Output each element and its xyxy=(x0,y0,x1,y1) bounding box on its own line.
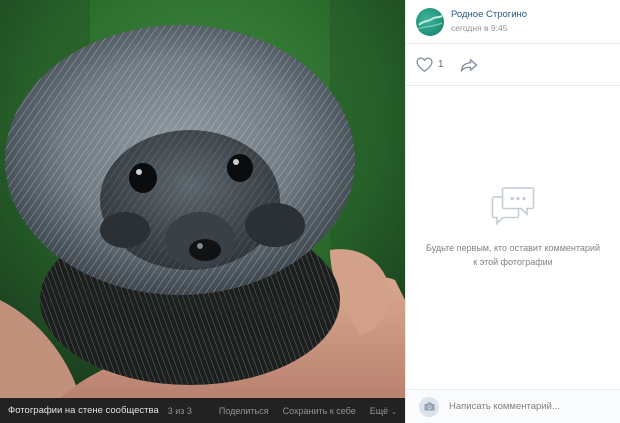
more-button[interactable]: Ещё ⌄ xyxy=(370,406,397,416)
post-actions: 1 xyxy=(406,44,620,86)
save-photo-button[interactable]: Сохранить к себе xyxy=(283,406,356,416)
photo-viewer: Фотографии на стене сообщества 3 из 3 По… xyxy=(0,0,405,423)
heart-icon xyxy=(416,57,433,72)
post-header: Родное Строгино сегодня в 9:45 xyxy=(406,0,620,44)
comment-input[interactable] xyxy=(449,401,609,412)
like-button[interactable]: 1 xyxy=(416,57,444,72)
share-photo-button[interactable]: Поделиться xyxy=(219,406,269,416)
comments-empty-state: Будьте первым, кто оставит комментарий к… xyxy=(406,186,620,269)
share-button[interactable] xyxy=(460,58,478,72)
avatar-logo-icon xyxy=(417,14,443,30)
share-arrow-icon xyxy=(460,58,477,72)
community-avatar[interactable] xyxy=(416,7,444,36)
like-count: 1 xyxy=(438,59,444,70)
comments-empty-text: Будьте первым, кто оставит комментарий к… xyxy=(425,243,600,267)
community-name-link[interactable]: Родное Строгино xyxy=(451,9,527,21)
photo-bottom-bar: Фотографии на стене сообщества 3 из 3 По… xyxy=(0,398,405,423)
album-title-link[interactable]: Фотографии на стене сообщества xyxy=(8,405,159,416)
speech-bubbles-icon xyxy=(491,187,535,226)
comment-composer xyxy=(406,389,620,423)
post-timestamp[interactable]: сегодня в 9:45 xyxy=(451,23,527,34)
chevron-down-icon: ⌄ xyxy=(391,408,397,416)
photo-counter: 3 из 3 xyxy=(167,405,192,416)
camera-icon xyxy=(424,402,434,411)
photo-side-panel: Родное Строгино сегодня в 9:45 1 Будьте … xyxy=(405,0,620,423)
more-label: Ещё xyxy=(369,405,389,416)
attach-photo-button[interactable] xyxy=(419,396,439,417)
hedgehog-photo[interactable] xyxy=(0,0,405,398)
